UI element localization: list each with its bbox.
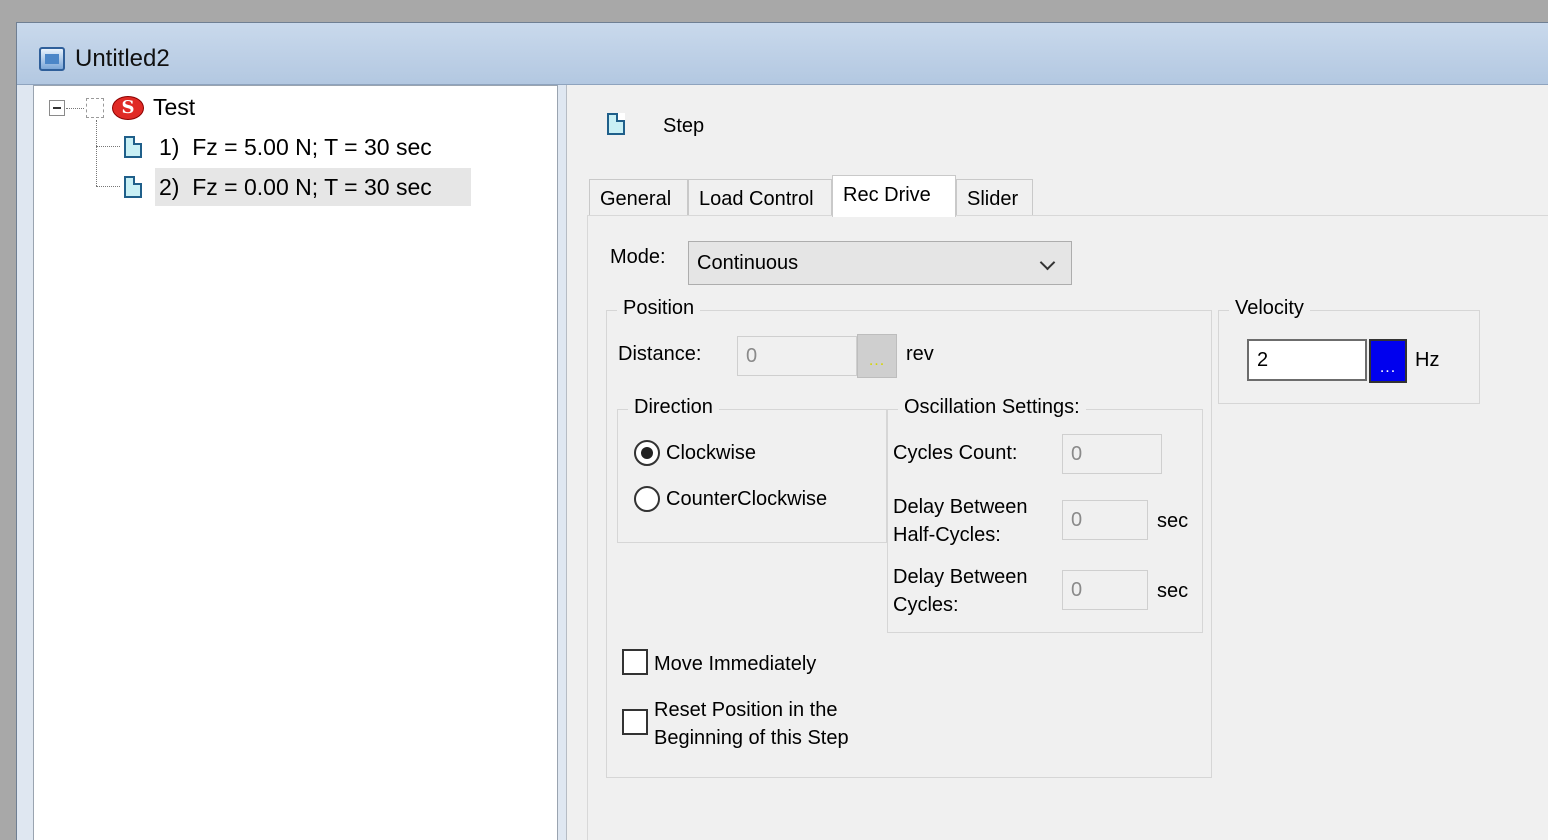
distance-label: Distance: xyxy=(618,343,702,365)
cycle-delay-input[interactable]: 0 xyxy=(1062,570,1148,610)
position-group-title: Position xyxy=(617,297,701,320)
reset-position-label-line1[interactable]: Reset Position in the xyxy=(654,699,837,722)
panel-header: Step xyxy=(663,115,705,137)
reset-position-label-line2[interactable]: Beginning of this Step xyxy=(654,727,849,750)
tree-root-label[interactable]: Test xyxy=(153,94,195,121)
window-title: Untitled2 xyxy=(75,45,170,72)
cycle-delay-label-line1: Delay Between xyxy=(893,566,1028,588)
oscillation-group-title: Oscillation Settings: xyxy=(898,396,1086,419)
step-document-icon xyxy=(124,136,142,158)
reset-position-checkbox[interactable] xyxy=(622,709,648,735)
mode-label: Mode: xyxy=(610,246,666,268)
tab-general[interactable]: General xyxy=(589,179,688,215)
step-document-icon xyxy=(124,176,142,198)
tab-slider[interactable]: Slider xyxy=(956,179,1033,215)
velocity-group-title: Velocity xyxy=(1229,297,1310,320)
collapse-icon[interactable] xyxy=(49,100,65,116)
step-properties-panel: Step General Load Control Rec Drive Slid… xyxy=(566,85,1548,840)
tree-connector xyxy=(96,186,120,187)
counterclockwise-label[interactable]: CounterClockwise xyxy=(666,488,827,511)
title-bar[interactable]: Untitled2 xyxy=(17,23,1548,85)
velocity-browse-button[interactable]: ... xyxy=(1369,339,1407,383)
cycles-count-input[interactable]: 0 xyxy=(1062,434,1162,474)
half-cycle-delay-label-line2: Half-Cycles: xyxy=(893,524,1001,546)
pane-splitter[interactable] xyxy=(558,85,566,840)
half-cycle-delay-input[interactable]: 0 xyxy=(1062,500,1148,540)
distance-input[interactable]: 0 xyxy=(737,336,857,376)
tree-checkbox[interactable] xyxy=(86,98,104,118)
tree-item-step-2[interactable]: 2) Fz = 0.00 N; T = 30 sec xyxy=(159,174,432,201)
test-tree-view[interactable]: S Test 1) Fz = 5.00 N; T = 30 sec 2) Fz … xyxy=(33,85,558,840)
half-cycle-delay-unit: sec xyxy=(1157,510,1189,532)
cycle-delay-label-line2: Cycles: xyxy=(893,594,959,616)
tab-rec-drive[interactable]: Rec Drive xyxy=(832,175,956,217)
mode-dropdown[interactable]: Continuous xyxy=(688,241,1072,285)
tab-load-control[interactable]: Load Control xyxy=(688,179,832,215)
direction-group-title: Direction xyxy=(628,396,719,419)
window-body: S Test 1) Fz = 5.00 N; T = 30 sec 2) Fz … xyxy=(17,85,1548,840)
half-cycle-delay-label-line1: Delay Between xyxy=(893,496,1028,518)
left-border-strip xyxy=(17,85,33,840)
cycle-delay-unit: sec xyxy=(1157,580,1189,602)
s-badge-icon: S xyxy=(112,96,144,120)
move-immediately-label[interactable]: Move Immediately xyxy=(654,653,816,676)
tree-connector xyxy=(66,108,84,109)
clockwise-radio[interactable] xyxy=(634,440,660,466)
chevron-down-icon xyxy=(1039,254,1056,271)
oscillation-settings-group: Oscillation Settings: Cycles Count: 0 De… xyxy=(887,396,1203,633)
tree-connector xyxy=(96,146,120,147)
tree-item-step-1[interactable]: 1) Fz = 5.00 N; T = 30 sec xyxy=(159,134,432,161)
main-window: Untitled2 S Test 1) Fz = 5.00 N; T = 30 … xyxy=(16,22,1548,840)
mode-value: Continuous xyxy=(697,252,799,274)
move-immediately-checkbox[interactable] xyxy=(622,649,648,675)
velocity-group: Velocity 2 ... Hz xyxy=(1218,297,1480,404)
counterclockwise-radio[interactable] xyxy=(634,486,660,512)
distance-browse-button[interactable]: ... xyxy=(857,334,897,378)
distance-unit: rev xyxy=(906,343,934,365)
velocity-unit: Hz xyxy=(1415,349,1440,371)
velocity-input[interactable]: 2 xyxy=(1247,339,1367,381)
direction-group: Direction Clockwise CounterClockwise xyxy=(617,396,887,543)
rec-drive-tab-panel: Mode: Continuous Position Distance: 0 ..… xyxy=(587,215,1548,840)
step-document-icon xyxy=(607,113,625,135)
tree-connector xyxy=(96,120,97,186)
clockwise-label[interactable]: Clockwise xyxy=(666,442,756,465)
app-window-icon xyxy=(39,47,65,71)
position-group: Position Distance: 0 ... rev Direction C… xyxy=(606,297,1212,778)
cycles-count-label: Cycles Count: xyxy=(893,442,1018,464)
